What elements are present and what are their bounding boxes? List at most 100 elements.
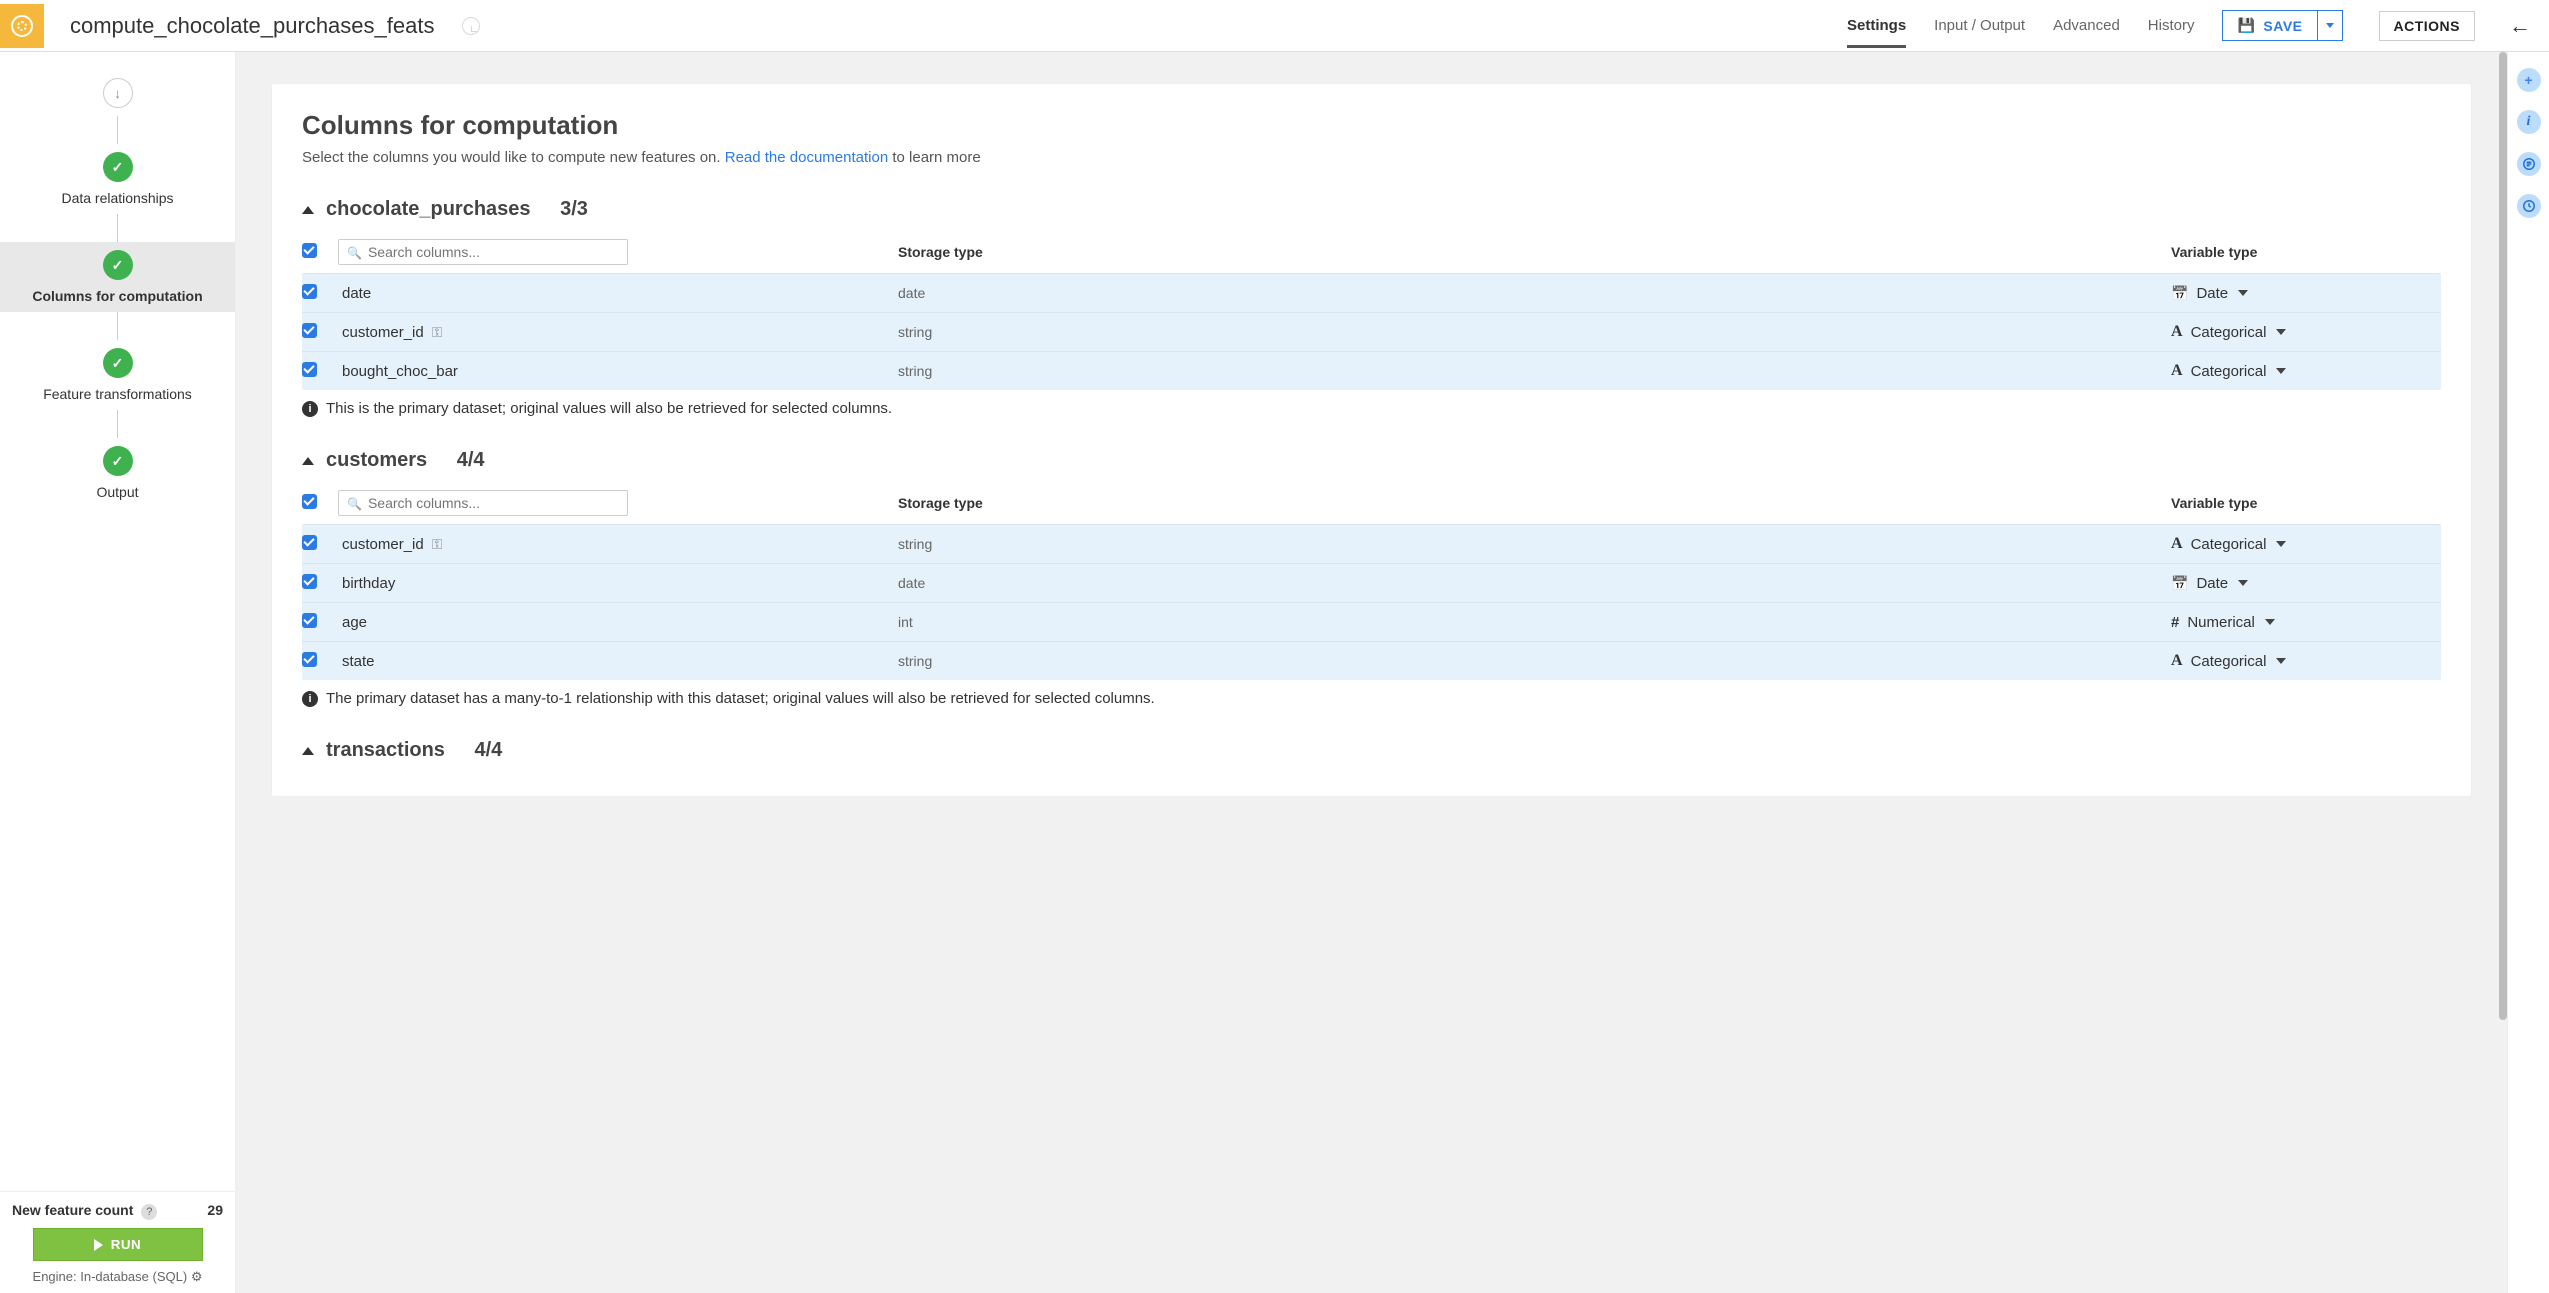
row-checkbox[interactable] <box>302 323 317 338</box>
variable-type-select[interactable]: A Categorical <box>2171 362 2441 380</box>
step-output[interactable]: Output <box>0 438 235 508</box>
actions-button[interactable]: ACTIONS <box>2379 11 2476 41</box>
tab-advanced[interactable]: Advanced <box>2053 3 2120 48</box>
dataset-name: customers <box>326 449 427 472</box>
last-run-icon[interactable] <box>462 17 480 35</box>
new-feature-count-label: New feature count <box>12 1202 133 1218</box>
tab-history[interactable]: History <box>2148 3 2195 48</box>
caret-down-icon <box>2276 541 2286 547</box>
gear-icon[interactable] <box>191 1269 203 1284</box>
page-subtitle: Select the columns you would like to com… <box>302 149 2441 166</box>
check-icon <box>112 355 124 372</box>
rail-add-button[interactable]: + <box>2517 68 2541 92</box>
row-checkbox[interactable] <box>302 613 317 628</box>
right-rail: + i <box>2507 52 2549 1293</box>
row-checkbox[interactable] <box>302 574 317 589</box>
dataset-toggle-transactions[interactable]: transactions 4/4 <box>302 735 2441 766</box>
variable-type-select[interactable]: A Categorical <box>2171 323 2441 341</box>
key-icon <box>432 324 443 341</box>
chevron-up-icon <box>302 457 314 465</box>
col-header-variable: Variable type <box>2171 495 2441 511</box>
variable-type-select[interactable]: A Categorical <box>2171 652 2441 670</box>
step-start[interactable] <box>0 70 235 116</box>
table-row: birthday date Date <box>302 563 2441 602</box>
select-all-checkbox[interactable] <box>302 494 317 509</box>
run-label: RUN <box>111 1237 141 1252</box>
dataset-name: transactions <box>326 739 445 762</box>
dataset-toggle-customers[interactable]: customers 4/4 <box>302 445 2441 476</box>
search-input[interactable] <box>368 244 619 260</box>
caret-down-icon <box>2238 290 2248 296</box>
main-content: Columns for computation Select the colum… <box>236 52 2507 1293</box>
step-label: Data relationships <box>61 190 173 206</box>
row-checkbox[interactable] <box>302 535 317 550</box>
table-row: state string A Categorical <box>302 641 2441 680</box>
dataset-toggle-chocolate_purchases[interactable]: chocolate_purchases 3/3 <box>302 194 2441 225</box>
step-columns-for-computation[interactable]: Columns for computation <box>0 242 235 312</box>
search-input[interactable] <box>368 495 619 511</box>
row-checkbox[interactable] <box>302 652 317 667</box>
help-icon[interactable]: ? <box>141 1204 157 1220</box>
topbar: compute_chocolate_purchases_feats Settin… <box>0 0 2549 52</box>
step-label: Columns for computation <box>32 288 202 304</box>
step-connector <box>117 312 118 340</box>
table-row: age int Numerical <box>302 602 2441 641</box>
tab-settings[interactable]: Settings <box>1847 3 1906 48</box>
back-arrow-icon[interactable]: ← <box>2491 13 2549 39</box>
column-name: state <box>342 653 375 670</box>
variable-type-label: Categorical <box>2191 363 2267 380</box>
caret-down-icon <box>2276 658 2286 664</box>
arrow-down-icon <box>114 85 121 101</box>
dataset-note: The primary dataset has a many-to-1 rela… <box>326 690 1155 707</box>
dataset-count: 3/3 <box>560 198 588 221</box>
search-wrap <box>338 490 628 516</box>
caret-down-icon <box>2238 580 2248 586</box>
variable-type-select[interactable]: Numerical <box>2171 614 2441 631</box>
run-button[interactable]: RUN <box>33 1228 203 1261</box>
variable-type-select[interactable]: Date <box>2171 575 2441 592</box>
table-row: date date Date <box>302 273 2441 312</box>
rail-discuss-button[interactable] <box>2517 152 2541 176</box>
rail-history-button[interactable] <box>2517 194 2541 218</box>
storage-type: int <box>898 614 2171 630</box>
tab-input-output[interactable]: Input / Output <box>1934 3 2025 48</box>
caret-down-icon <box>2276 329 2286 335</box>
caret-down-icon <box>2265 619 2275 625</box>
subtitle-post: to learn more <box>888 149 981 166</box>
table-row: customer_id string A Categorical <box>302 312 2441 351</box>
column-name: bought_choc_bar <box>342 363 458 380</box>
steps-sidebar: Data relationships Columns for computati… <box>0 52 236 1293</box>
chevron-up-icon <box>302 206 314 214</box>
search-icon <box>347 244 362 260</box>
check-icon <box>112 453 124 470</box>
check-icon <box>112 257 124 274</box>
chevron-up-icon <box>302 747 314 755</box>
hash-icon <box>2171 614 2179 631</box>
row-checkbox[interactable] <box>302 362 317 377</box>
rail-info-button[interactable]: i <box>2517 110 2541 134</box>
storage-type: string <box>898 536 2171 552</box>
storage-type: string <box>898 363 2171 379</box>
dataset-name: chocolate_purchases <box>326 198 531 221</box>
variable-type-select[interactable]: Date <box>2171 285 2441 302</box>
text-icon: A <box>2171 362 2183 380</box>
variable-type-label: Categorical <box>2191 324 2267 341</box>
row-checkbox[interactable] <box>302 284 317 299</box>
step-data-relationships[interactable]: Data relationships <box>0 144 235 214</box>
column-name: customer_id <box>342 536 424 553</box>
save-button-group: SAVE <box>2222 10 2342 41</box>
scrollbar-thumb[interactable] <box>2499 52 2507 1020</box>
search-icon <box>347 495 362 511</box>
select-all-checkbox[interactable] <box>302 243 317 258</box>
variable-type-select[interactable]: A Categorical <box>2171 535 2441 553</box>
variable-type-label: Categorical <box>2191 536 2267 553</box>
variable-type-label: Numerical <box>2187 614 2255 631</box>
storage-type: string <box>898 324 2171 340</box>
col-header-storage: Storage type <box>898 244 2171 260</box>
save-caret-button[interactable] <box>2318 10 2343 41</box>
step-feature-transformations[interactable]: Feature transformations <box>0 340 235 410</box>
recipe-icon <box>0 4 44 48</box>
docs-link[interactable]: Read the documentation <box>725 149 888 166</box>
save-button[interactable]: SAVE <box>2222 10 2317 41</box>
actions-label: ACTIONS <box>2394 18 2461 34</box>
